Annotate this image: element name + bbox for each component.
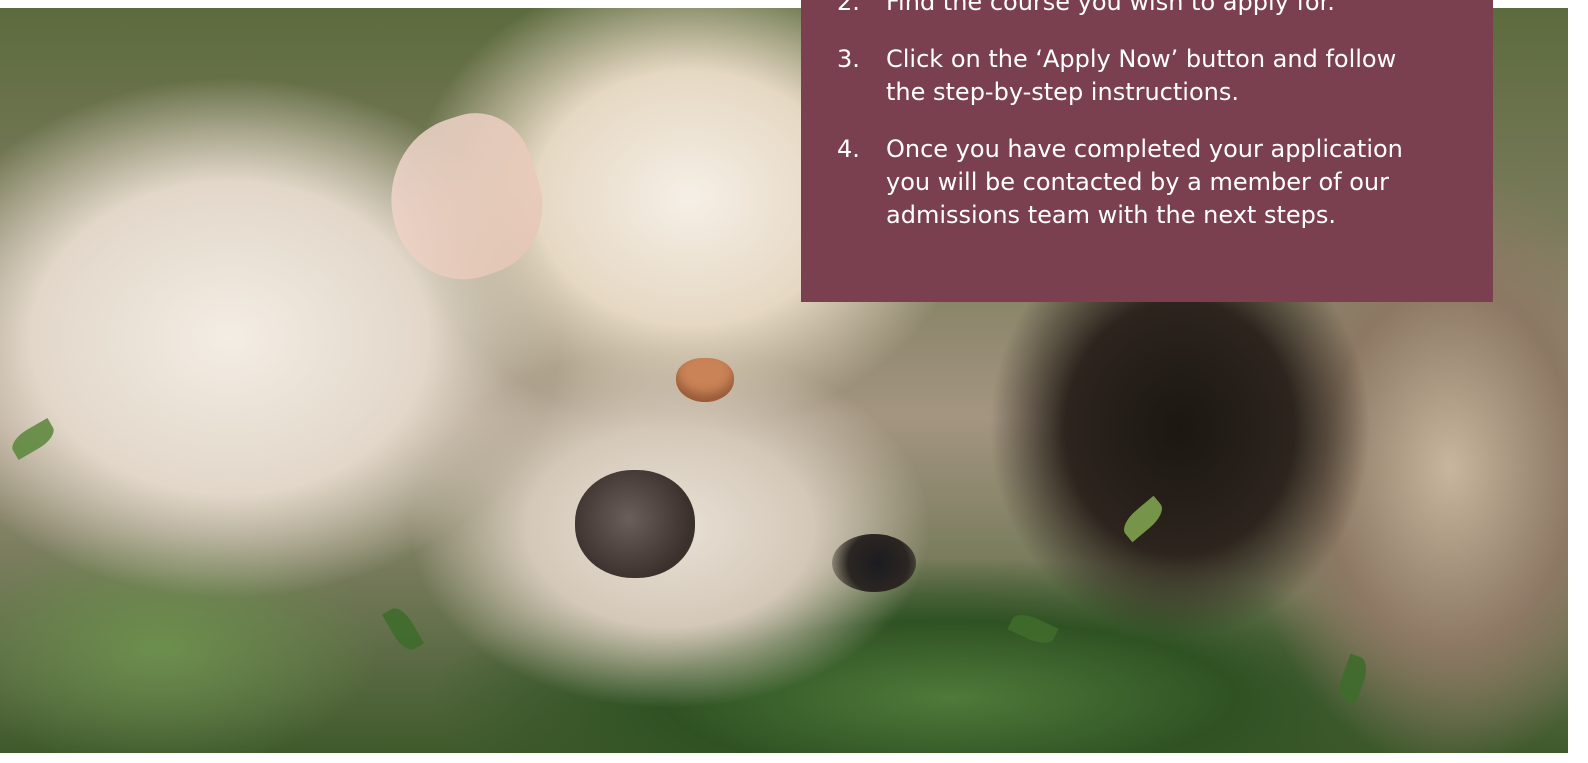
steps-list: 2. Find the course you wish to apply for… <box>837 0 1439 232</box>
step-text: Click on the ‘Apply Now’ button and foll… <box>886 45 1397 106</box>
cat-nose <box>676 358 734 402</box>
leaf <box>1334 653 1372 705</box>
leaf <box>1007 609 1059 649</box>
step-item: 3. Click on the ‘Apply Now’ button and f… <box>837 43 1439 109</box>
step-number: 4. <box>837 135 860 163</box>
step-text: Find the course you wish to apply for. <box>886 0 1335 16</box>
dog-nose <box>575 470 695 578</box>
leaf <box>381 603 425 655</box>
step-text: Once you have completed your application… <box>886 135 1403 229</box>
page: 2. Find the course you wish to apply for… <box>0 0 1588 763</box>
step-item: 2. Find the course you wish to apply for… <box>837 0 1439 19</box>
step-number: 3. <box>837 45 860 73</box>
cat-ear <box>368 98 562 298</box>
step-item: 4. Once you have completed your applicat… <box>837 133 1439 232</box>
how-to-apply-panel: 2. Find the course you wish to apply for… <box>801 0 1493 302</box>
dog-eye <box>832 534 916 592</box>
step-number: 2. <box>837 0 860 16</box>
leaf <box>1118 495 1168 543</box>
leaf <box>7 417 59 461</box>
